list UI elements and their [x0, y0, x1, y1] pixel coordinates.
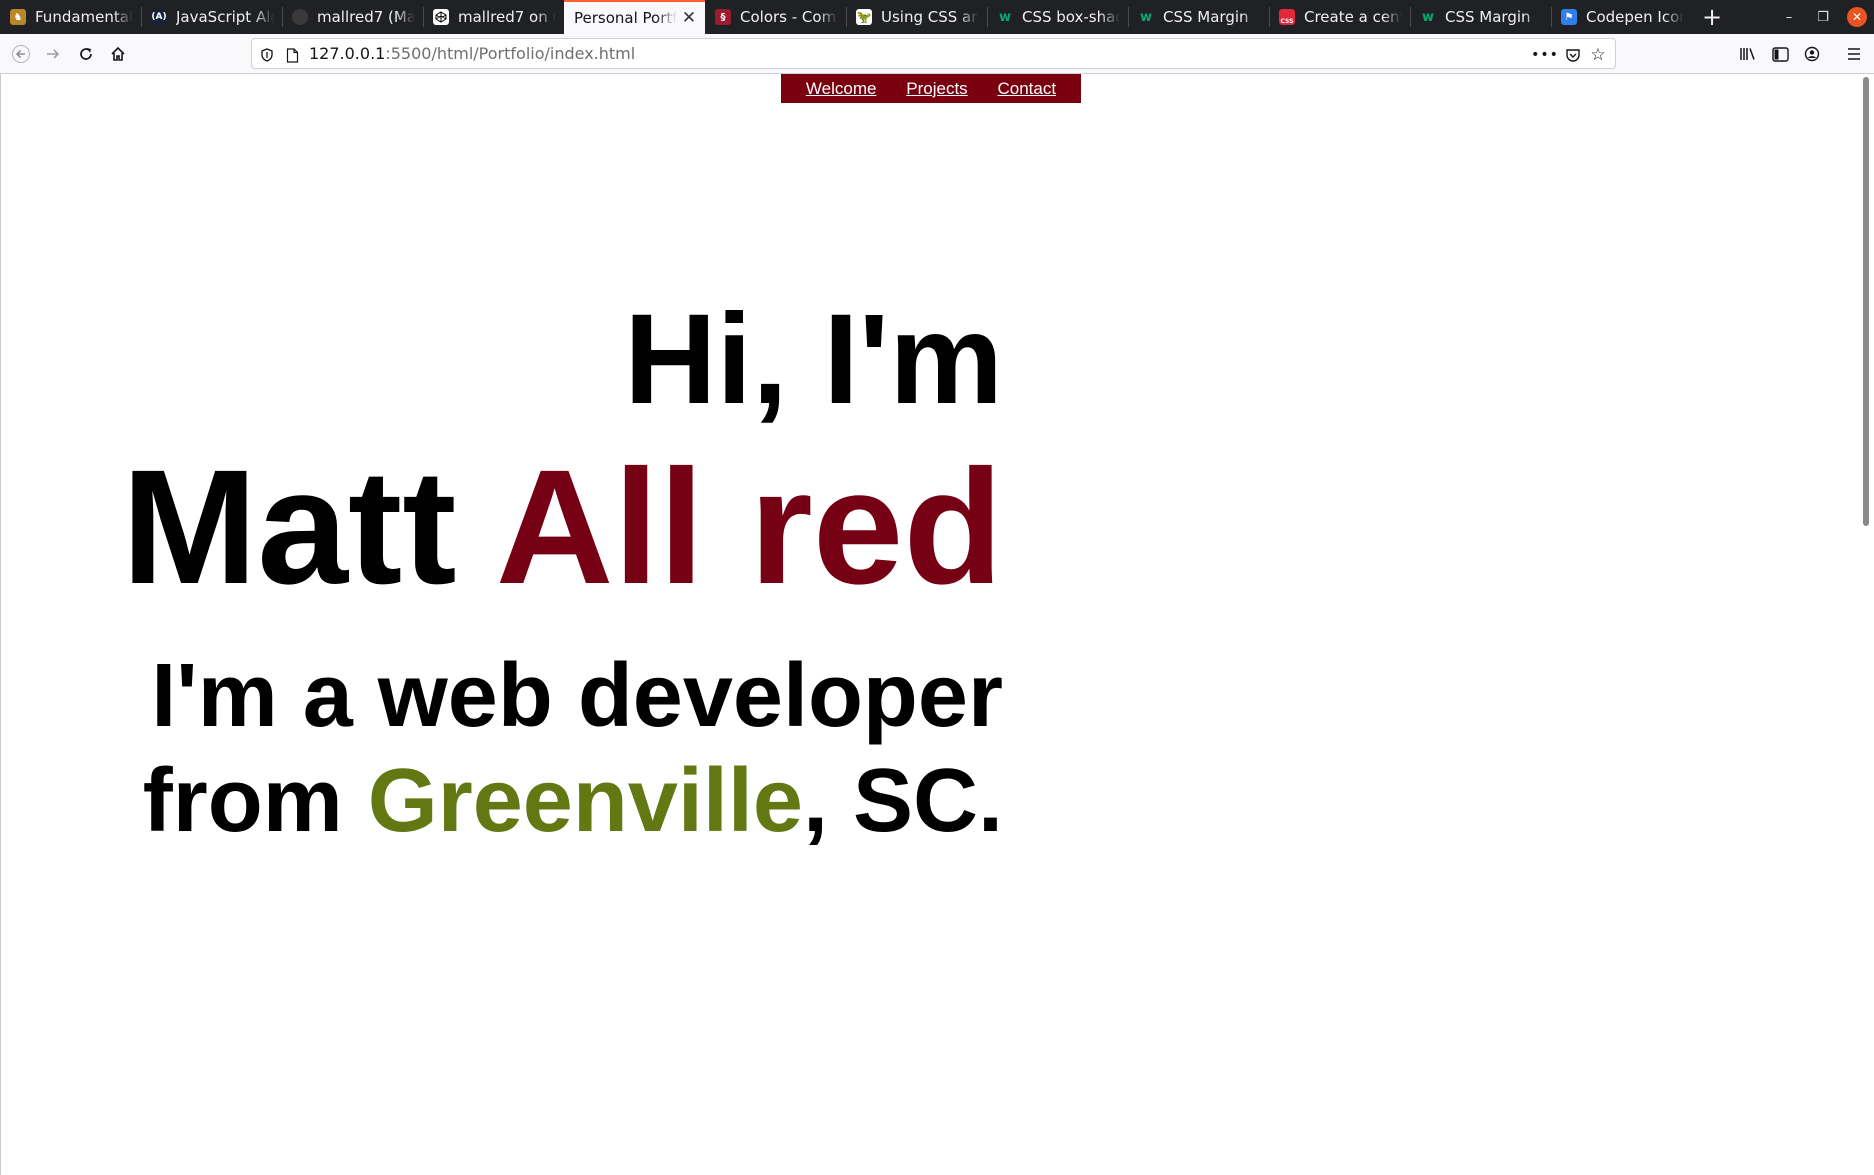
- tagline-end: , SC.: [802, 751, 1003, 851]
- forward-arrow-icon: [47, 49, 60, 59]
- tab-title: mallred7 on Co: [458, 8, 556, 26]
- w3schools-favicon-icon: w: [1421, 9, 1434, 25]
- restore-button[interactable]: ❐: [1806, 0, 1840, 34]
- pocket-icon[interactable]: [1565, 47, 1581, 63]
- sidebar-icon: [1771, 46, 1789, 62]
- nav-link-contact[interactable]: Contact: [998, 79, 1057, 99]
- colors-favicon-icon: §: [715, 9, 731, 25]
- w3schools-favicon-icon: w: [998, 9, 1011, 25]
- tab-title: Fundamentals: [35, 8, 133, 26]
- name-heading: Matt All red: [122, 445, 1003, 608]
- library-icon: [1740, 48, 1755, 60]
- site-navigation: Welcome Projects Contact: [781, 74, 1081, 103]
- nav-link-projects[interactable]: Projects: [906, 79, 967, 99]
- tab-javascript-algorithms[interactable]: (A) JavaScript Algo: [141, 0, 282, 34]
- tab-title: CSS Margin: [1163, 8, 1249, 26]
- tab-title: Using CSS anim: [881, 8, 979, 26]
- tab-title: Codepen Icon: [1586, 8, 1684, 26]
- url-path: :5500/html/Portfolio/index.html: [385, 44, 636, 63]
- home-button[interactable]: [103, 39, 133, 69]
- menu-button[interactable]: [1839, 39, 1869, 69]
- tab-title: mallred7 (Matt: [317, 8, 415, 26]
- bookmark-star-icon[interactable]: ☆: [1590, 45, 1606, 65]
- new-tab-button[interactable]: +: [1692, 0, 1732, 34]
- tab-codepen-mallred7[interactable]: mallred7 on Co: [423, 0, 564, 34]
- fundamentals-favicon-icon: ♞: [10, 9, 26, 25]
- url-host: 127.0.0.1: [309, 44, 386, 63]
- reload-icon: [80, 48, 92, 60]
- tab-css-margin[interactable]: w CSS Margin: [1128, 0, 1269, 34]
- vertical-scrollbar[interactable]: [1858, 74, 1874, 1175]
- navigation-toolbar: 127.0.0.1:5500/html/Portfolio/index.html…: [0, 34, 1874, 74]
- back-button[interactable]: [6, 39, 36, 69]
- greeting-heading: Hi, I'm: [624, 288, 1003, 431]
- tab-css-box-shadow[interactable]: w CSS box-shado: [987, 0, 1128, 34]
- tab-codepen-icon[interactable]: ⚑ Codepen Icon: [1551, 0, 1692, 34]
- url-text[interactable]: 127.0.0.1:5500/html/Portfolio/index.html: [309, 44, 635, 63]
- page-viewport: Welcome Projects Contact Hi, I'm Matt Al…: [0, 74, 1874, 1175]
- url-bar[interactable]: 127.0.0.1:5500/html/Portfolio/index.html…: [251, 38, 1616, 69]
- account-button[interactable]: [1797, 39, 1827, 69]
- back-arrow-icon: [12, 45, 30, 63]
- nav-link-welcome[interactable]: Welcome: [806, 79, 877, 99]
- tab-colors[interactable]: § Colors - Comm: [705, 0, 846, 34]
- mdn-favicon-icon: 🦖: [856, 9, 872, 25]
- forward-button[interactable]: [38, 39, 68, 69]
- tab-github-mallred7[interactable]: mallred7 (Matt: [282, 0, 423, 34]
- minimize-icon: –: [1785, 9, 1793, 25]
- w3schools-favicon-icon: w: [1139, 9, 1152, 25]
- css-favicon-icon: CSS: [1279, 9, 1295, 25]
- close-window-button[interactable]: ✕: [1840, 0, 1874, 34]
- tab-css-animations[interactable]: 🦖 Using CSS anim: [846, 0, 987, 34]
- more-actions-icon[interactable]: •••: [1531, 47, 1558, 63]
- tab-title: CSS Margin: [1445, 8, 1531, 26]
- tab-title: Colors - Comm: [740, 8, 838, 26]
- tab-css-margin-2[interactable]: w CSS Margin: [1410, 0, 1551, 34]
- tab-title: Create a centre: [1304, 8, 1402, 26]
- home-icon: [111, 46, 125, 61]
- tab-title: CSS box-shado: [1022, 8, 1120, 26]
- page-icon[interactable]: [284, 47, 300, 63]
- plus-icon: +: [1701, 3, 1723, 31]
- codepen-favicon-icon: [433, 9, 449, 25]
- library-button[interactable]: [1733, 39, 1763, 69]
- javascript-algorithms-favicon-icon: (A): [151, 9, 167, 25]
- city-name: Greenville: [367, 751, 803, 851]
- restore-icon: ❐: [1817, 9, 1829, 25]
- hamburger-menu-icon: [1848, 48, 1860, 60]
- tab-title: Personal Portfo: [574, 9, 677, 27]
- tagline: I'm a web developer from Greenville, SC.: [103, 644, 1003, 854]
- account-icon: [1804, 46, 1820, 62]
- close-icon: ✕: [1847, 7, 1867, 27]
- tab-strip: ♞ Fundamentals (A) JavaScript Algo mallr…: [0, 0, 1874, 34]
- tab-personal-portfolio[interactable]: Personal Portfo ✕: [564, 0, 705, 34]
- first-name: Matt: [121, 435, 496, 618]
- sidebar-button[interactable]: [1765, 39, 1795, 69]
- close-icon[interactable]: ✕: [681, 8, 697, 28]
- github-favicon-icon: [292, 9, 308, 25]
- minimize-button[interactable]: –: [1772, 0, 1806, 34]
- codepen-flag-favicon-icon: ⚑: [1561, 9, 1577, 25]
- shield-icon[interactable]: [259, 47, 275, 63]
- scrollbar-thumb[interactable]: [1863, 77, 1869, 526]
- reload-button[interactable]: [71, 39, 101, 69]
- last-name: All red: [495, 435, 1003, 618]
- tab-fundamentals[interactable]: ♞ Fundamentals: [0, 0, 141, 34]
- tab-create-centre[interactable]: CSS Create a centre: [1269, 0, 1410, 34]
- window-controls: – ❐ ✕: [1772, 0, 1874, 34]
- tab-title: JavaScript Algo: [176, 8, 274, 26]
